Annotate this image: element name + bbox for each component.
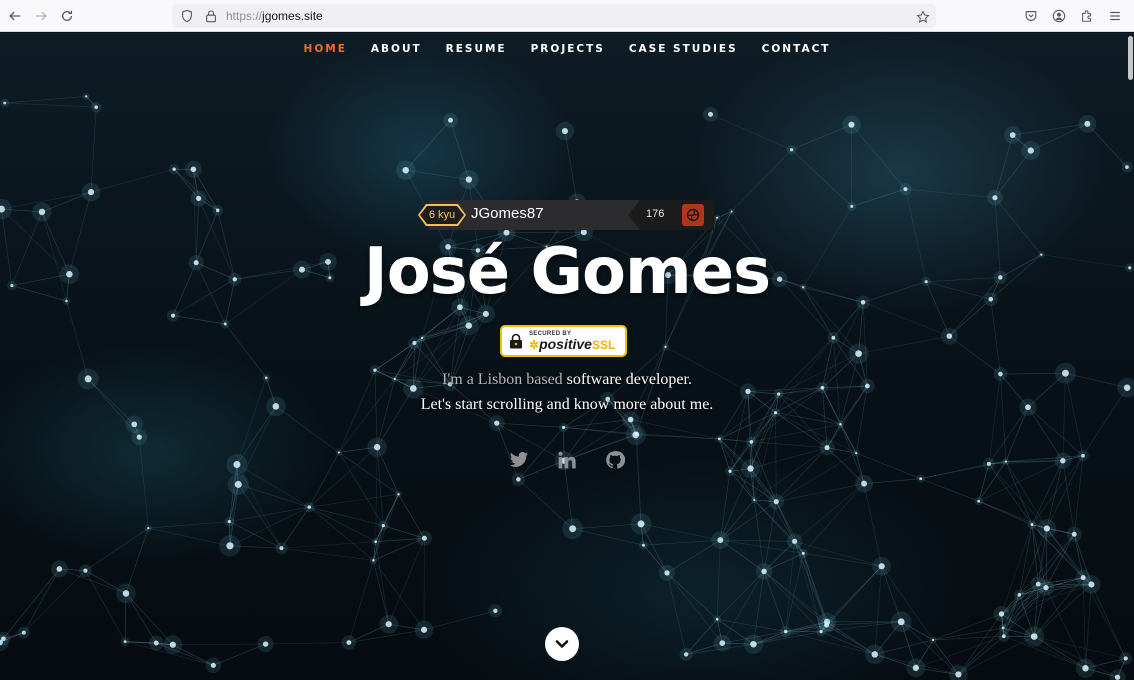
url-scheme: https:// — [226, 9, 263, 23]
url-host: jgomes.site — [262, 9, 323, 23]
arrow-right-icon — [35, 11, 47, 20]
ssl-brand-suffix: SSL — [591, 338, 616, 352]
padlock-icon — [510, 333, 522, 349]
twitter-icon[interactable] — [509, 450, 529, 470]
ssl-star-icon: ✲ — [529, 338, 540, 352]
nav-link-case-studies[interactable]: CASE STUDIES — [617, 43, 750, 55]
nav-link-contact[interactable]: CONTACT — [750, 43, 843, 55]
codewars-username: JGomes87 — [471, 205, 544, 222]
shield-icon[interactable] — [180, 9, 194, 23]
hamburger-icon — [1110, 11, 1120, 21]
account-icon — [1052, 9, 1066, 23]
hero-section: HOME ABOUT RESUME PROJECTS CASE STUDIES CONTA… — [0, 33, 1134, 680]
reload-button[interactable] — [54, 3, 80, 29]
bookmark-star-icon[interactable] — [916, 9, 930, 23]
rank-label: 6 kyu — [420, 206, 464, 224]
chevron-down-icon — [555, 640, 569, 648]
site-nav: HOME ABOUT RESUME PROJECTS CASE STUDIES CONTA… — [0, 43, 1134, 55]
intro-highlight: software developer. — [566, 371, 692, 388]
nav-link-projects[interactable]: PROJECTS — [519, 43, 617, 55]
social-links — [0, 450, 1134, 470]
url-bar[interactable]: https://jgomes.site — [172, 4, 936, 28]
intro-muted: I'm a Lisbon based — [442, 371, 563, 388]
ssl-brand: ✲positiveSSL — [529, 337, 615, 351]
codewars-badge[interactable]: 6 kyu JGomes87 176 — [414, 200, 714, 230]
intro-line-1: I'm a Lisbon based software developer. — [0, 367, 1134, 392]
reload-icon — [61, 10, 73, 21]
extensions-button[interactable] — [1074, 3, 1100, 29]
pocket-button[interactable] — [1018, 3, 1044, 29]
nav-link-home[interactable]: HOME — [292, 43, 359, 55]
arrow-left-icon — [9, 11, 21, 20]
intro-line-2: Let's start scrolling and know more abou… — [420, 396, 714, 413]
codewars-honor: 176 — [646, 208, 665, 220]
codewars-logo-icon — [682, 204, 704, 226]
linkedin-icon[interactable] — [557, 450, 577, 470]
scroll-down-button[interactable] — [545, 627, 579, 661]
forward-button[interactable] — [28, 3, 54, 29]
lock-icon[interactable] — [204, 9, 218, 23]
menu-button[interactable] — [1102, 3, 1128, 29]
nav-link-resume[interactable]: RESUME — [434, 43, 519, 55]
browser-toolbar: https://jgomes.site — [0, 0, 1134, 32]
back-button[interactable] — [2, 3, 28, 29]
ssl-brand-text: positive — [539, 336, 592, 352]
github-icon[interactable] — [605, 450, 626, 470]
scrollbar-thumb[interactable] — [1128, 36, 1133, 80]
nav-link-about[interactable]: ABOUT — [359, 43, 434, 55]
url-text[interactable]: https://jgomes.site — [226, 9, 323, 23]
puzzle-icon — [1082, 10, 1092, 22]
positive-ssl-badge[interactable]: SECURED BY ✲positiveSSL — [500, 325, 627, 357]
intro-text: I'm a Lisbon based software developer. L… — [0, 367, 1134, 417]
account-button[interactable] — [1046, 3, 1072, 29]
page-title: José Gomes — [363, 235, 771, 309]
pocket-icon — [1025, 11, 1037, 21]
